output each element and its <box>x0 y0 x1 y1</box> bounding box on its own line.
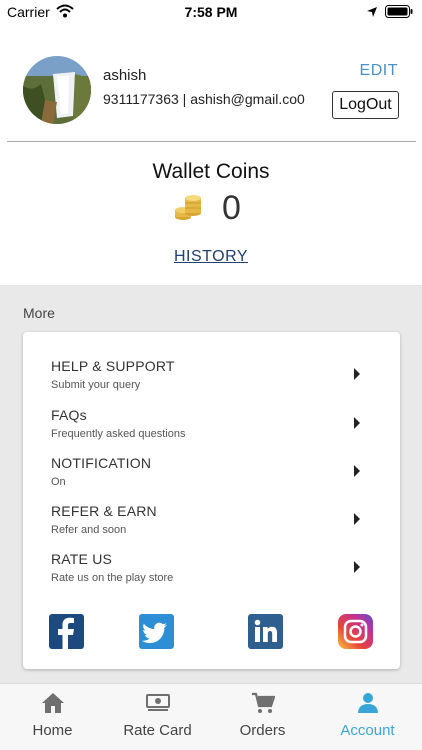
more-card: HELP & SUPPORT Submit your query FAQs Fr… <box>23 332 400 669</box>
menu-item-notification[interactable]: NOTIFICATION On <box>23 455 400 499</box>
menu-item-title: FAQs <box>51 407 87 423</box>
menu-item-title: NOTIFICATION <box>51 455 152 471</box>
chevron-right-icon <box>354 368 360 380</box>
tab-bar: Home Rate Card Orders Account <box>0 683 422 750</box>
more-section: More HELP & SUPPORT Submit your query FA… <box>0 285 422 683</box>
home-icon <box>0 692 105 719</box>
facebook-icon[interactable] <box>49 614 84 649</box>
tab-label: Home <box>32 722 73 739</box>
profile-header: ashish 9311177363 | ashish@gmail.co0 EDI… <box>0 40 422 140</box>
menu-item-title: REFER & EARN <box>51 503 157 519</box>
menu-item-rate-us[interactable]: RATE US Rate us on the play store <box>23 551 400 595</box>
battery-icon <box>385 5 413 23</box>
profile-name: ashish <box>103 67 147 84</box>
location-icon <box>366 5 378 23</box>
rate-card-icon <box>105 692 210 719</box>
more-label: More <box>23 305 55 321</box>
menu-item-subtitle: On <box>51 476 66 488</box>
chevron-right-icon <box>354 465 360 477</box>
divider <box>7 141 416 142</box>
profile-contact: 9311177363 | ashish@gmail.co0 <box>103 91 305 107</box>
status-time: 7:58 PM <box>184 4 238 20</box>
coins-icon <box>174 193 204 226</box>
menu-item-title: RATE US <box>51 551 113 567</box>
menu-item-help-support[interactable]: HELP & SUPPORT Submit your query <box>23 358 400 402</box>
twitter-icon[interactable] <box>139 614 174 649</box>
menu-item-subtitle: Submit your query <box>51 379 141 391</box>
tab-account[interactable]: Account <box>315 684 420 750</box>
status-bar: Carrier 7:58 PM <box>0 0 422 24</box>
avatar[interactable] <box>23 56 91 124</box>
history-link[interactable]: HISTORY <box>0 248 422 266</box>
chevron-right-icon <box>354 561 360 573</box>
cart-icon <box>210 692 315 719</box>
tab-rate-card[interactable]: Rate Card <box>105 684 210 750</box>
logout-button[interactable]: LogOut <box>332 91 399 119</box>
account-icon <box>315 692 420 719</box>
wallet-title: Wallet Coins <box>152 160 270 183</box>
menu-item-subtitle: Rate us on the play store <box>51 572 174 584</box>
tab-label: Rate Card <box>123 722 192 739</box>
tab-label: Orders <box>239 722 286 739</box>
tab-orders[interactable]: Orders <box>210 684 315 750</box>
menu-item-refer-earn[interactable]: REFER & EARN Refer and soon <box>23 503 400 547</box>
menu-item-title: HELP & SUPPORT <box>51 358 175 374</box>
menu-item-faqs[interactable]: FAQs Frequently asked questions <box>23 407 400 451</box>
edit-button[interactable]: EDIT <box>360 62 398 80</box>
instagram-icon[interactable] <box>338 614 373 649</box>
menu-item-subtitle: Refer and soon <box>51 524 127 536</box>
chevron-right-icon <box>354 417 360 429</box>
tab-home[interactable]: Home <box>0 684 105 750</box>
linkedin-icon[interactable] <box>248 614 283 649</box>
chevron-right-icon <box>354 513 360 525</box>
wallet-coin-count: 0 <box>222 189 241 227</box>
menu-item-subtitle: Frequently asked questions <box>51 428 186 440</box>
tab-label: Account <box>340 722 395 739</box>
